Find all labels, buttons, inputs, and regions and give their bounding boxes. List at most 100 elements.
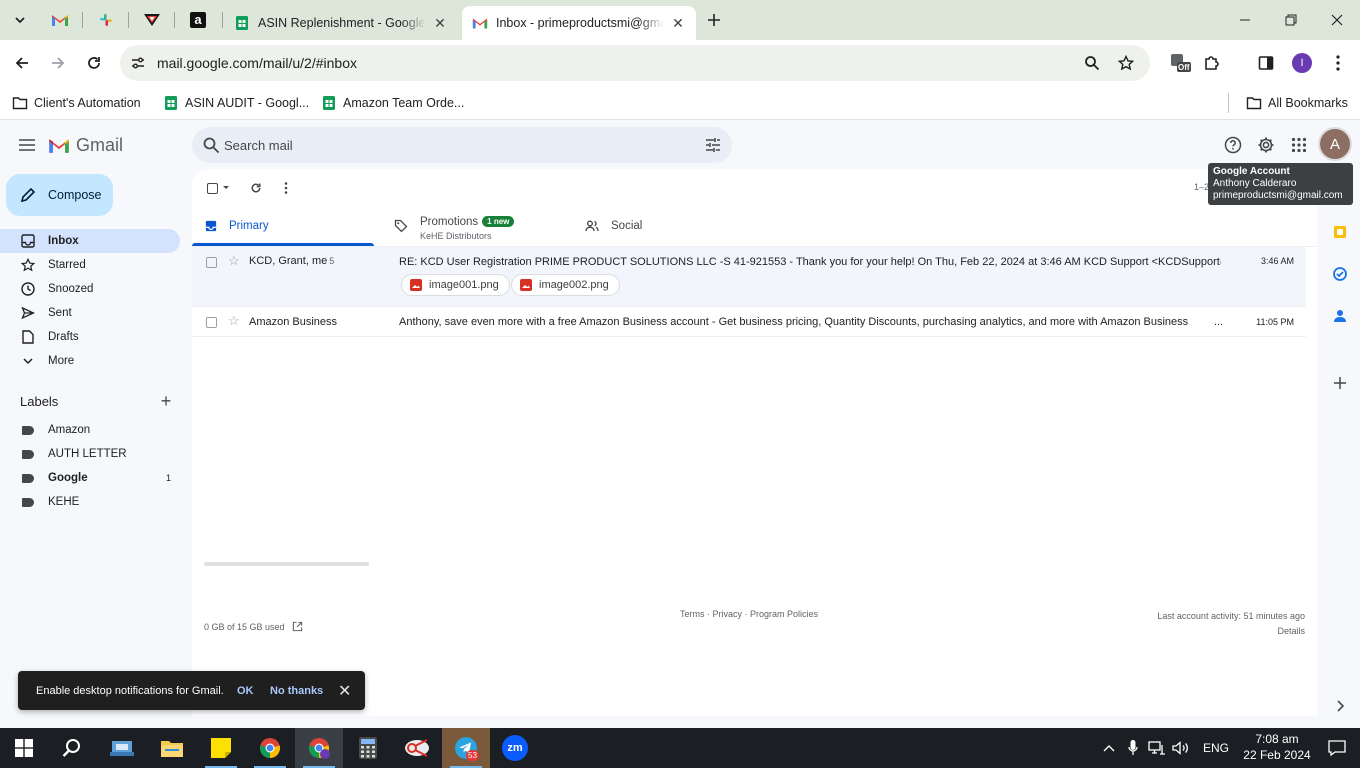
- taskbar-app-calculator[interactable]: [344, 728, 392, 768]
- snackbar-no-thanks-button[interactable]: No thanks: [270, 685, 323, 697]
- bookmark-amazon-team-orders[interactable]: Amazon Team Orde...: [321, 92, 464, 114]
- taskbar-app-telegram[interactable]: 53: [442, 728, 490, 768]
- minimize-button[interactable]: [1222, 0, 1268, 40]
- tab-social[interactable]: Social: [585, 205, 642, 247]
- address-bar[interactable]: mail.google.com/mail/u/2/#inbox: [120, 45, 1150, 81]
- tab-primary[interactable]: Primary: [205, 205, 269, 247]
- taskbar-app-file-explorer[interactable]: [148, 728, 196, 768]
- main-menu-button[interactable]: [14, 133, 40, 157]
- tab-asin-replenishment[interactable]: ASIN Replenishment - Google S ✕: [224, 6, 458, 40]
- site-settings-icon[interactable]: [128, 53, 148, 73]
- taskbar-app-zoom[interactable]: zm: [491, 728, 539, 768]
- reload-button[interactable]: [78, 47, 110, 79]
- select-all-checkbox[interactable]: [204, 179, 232, 197]
- google-account-avatar[interactable]: A: [1320, 129, 1350, 159]
- label-amazon[interactable]: Amazon: [0, 418, 180, 442]
- taskbar-app-file-manager[interactable]: [98, 728, 146, 768]
- pinned-tab-amazon[interactable]: a: [180, 6, 216, 34]
- nav-snoozed[interactable]: Snoozed: [0, 277, 180, 301]
- create-label-button[interactable]: +: [157, 392, 175, 411]
- nav-more[interactable]: More: [0, 349, 180, 373]
- more-actions-button[interactable]: [277, 179, 295, 197]
- new-tab-button[interactable]: [696, 6, 732, 34]
- taskbar-app-snipping-tool[interactable]: [393, 728, 441, 768]
- extension-off-button[interactable]: off: [1164, 47, 1196, 79]
- taskbar-search-button[interactable]: [48, 728, 96, 768]
- google-apps-button[interactable]: [1288, 134, 1310, 156]
- row-checkbox[interactable]: [206, 257, 217, 268]
- back-button[interactable]: [6, 47, 38, 79]
- nav-label: Starred: [48, 259, 86, 271]
- browser-menu-button[interactable]: [1322, 47, 1354, 79]
- close-window-button[interactable]: [1314, 0, 1360, 40]
- side-panel-button[interactable]: [1250, 47, 1282, 79]
- nav-label: More: [48, 355, 75, 367]
- zoom-icon[interactable]: [1082, 53, 1102, 73]
- support-button[interactable]: [1222, 134, 1244, 156]
- search-input[interactable]: [224, 127, 684, 163]
- email-row[interactable]: ☆ KCD, Grant, me 5 RE: KCD User Registrat…: [192, 247, 1306, 307]
- start-button[interactable]: [0, 728, 48, 768]
- keep-icon[interactable]: [1331, 223, 1349, 241]
- taskbar-app-sticky-notes[interactable]: [197, 728, 245, 768]
- all-bookmarks-button[interactable]: All Bookmarks: [1246, 92, 1348, 114]
- label-tag-icon: [22, 425, 34, 435]
- privacy-link[interactable]: Privacy: [713, 609, 743, 619]
- profile-button[interactable]: I: [1286, 47, 1318, 79]
- taskbar-app-chrome[interactable]: [246, 728, 294, 768]
- storage-usage[interactable]: 0 GB of 15 GB used: [204, 621, 303, 632]
- label-auth-letter[interactable]: AUTH LETTER: [0, 442, 180, 466]
- label-google[interactable]: Google 1: [0, 466, 180, 490]
- terms-link[interactable]: Terms: [680, 609, 705, 619]
- nav-inbox[interactable]: Inbox: [0, 229, 180, 253]
- pinned-tab-slack[interactable]: [88, 6, 124, 34]
- close-icon[interactable]: ✕: [338, 681, 351, 701]
- label-kehe[interactable]: KEHE: [0, 490, 180, 514]
- hide-side-panel-icon[interactable]: [1331, 697, 1349, 715]
- attachment-chip[interactable]: image002.png: [511, 274, 620, 296]
- bookmark-clients-automation[interactable]: Client's Automation: [12, 92, 141, 114]
- show-hidden-icons[interactable]: [1100, 739, 1118, 757]
- clock-time: 7:08 am: [1255, 732, 1299, 746]
- system-clock[interactable]: 7:08 am 22 Feb 2024: [1242, 731, 1312, 763]
- volume-icon[interactable]: [1172, 739, 1190, 757]
- tasks-icon[interactable]: [1331, 265, 1349, 283]
- search-options-icon[interactable]: [704, 136, 722, 154]
- settings-button[interactable]: [1255, 134, 1277, 156]
- activity-details-link[interactable]: Details: [1157, 624, 1305, 639]
- refresh-button[interactable]: [247, 179, 265, 197]
- close-tab-icon[interactable]: ✕: [432, 15, 448, 31]
- bookmark-star-icon[interactable]: [1116, 53, 1136, 73]
- program-policies-link[interactable]: Program Policies: [750, 609, 818, 619]
- restore-button[interactable]: [1268, 0, 1314, 40]
- search-bar[interactable]: [192, 127, 732, 163]
- star-icon[interactable]: ☆: [228, 313, 240, 329]
- tab-search-chevron-icon[interactable]: [2, 6, 38, 34]
- email-row[interactable]: ☆ Amazon Business Anthony, save even mor…: [192, 307, 1306, 337]
- row-checkbox[interactable]: [206, 317, 217, 328]
- bookmark-asin-audit[interactable]: ASIN AUDIT - Googl...: [163, 92, 309, 114]
- snackbar-ok-button[interactable]: OK: [237, 685, 254, 697]
- nav-starred[interactable]: Starred: [0, 253, 180, 277]
- pinned-tab-gmail[interactable]: [42, 6, 78, 34]
- network-icon[interactable]: [1148, 739, 1166, 757]
- extensions-button[interactable]: [1196, 47, 1228, 79]
- attachment-chip[interactable]: image001.png: [401, 274, 510, 296]
- nav-drafts[interactable]: Drafts: [0, 325, 180, 349]
- tab-promotions[interactable]: Promotions 1 new KeHE Distributors: [394, 205, 515, 247]
- taskbar-app-chrome-profile[interactable]: [295, 728, 343, 768]
- forward-button[interactable]: [42, 47, 74, 79]
- search-icon[interactable]: [202, 136, 220, 154]
- nav-sent[interactable]: Sent: [0, 301, 180, 325]
- microphone-icon[interactable]: [1124, 739, 1142, 757]
- input-language[interactable]: ENG: [1203, 741, 1229, 755]
- contacts-icon[interactable]: [1331, 307, 1349, 325]
- star-icon[interactable]: ☆: [228, 253, 240, 269]
- gmail-logo[interactable]: Gmail: [48, 135, 123, 156]
- tab-gmail-inbox[interactable]: Inbox - primeproductsmi@gma ✕: [462, 6, 696, 40]
- compose-button[interactable]: Compose: [6, 174, 113, 216]
- pinned-tab-app[interactable]: [134, 6, 170, 34]
- action-center-icon[interactable]: [1328, 739, 1346, 757]
- get-addons-icon[interactable]: [1331, 374, 1349, 392]
- close-tab-icon[interactable]: ✕: [670, 15, 686, 31]
